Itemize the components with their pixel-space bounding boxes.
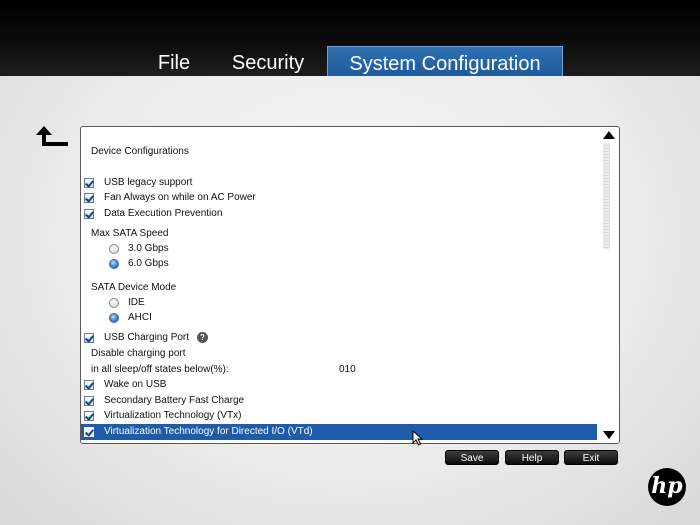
virtualization-vtx-checkbox[interactable] xyxy=(84,411,94,421)
virtualization-vtd-label: Virtualization Technology for Directed I… xyxy=(104,426,313,437)
data-execution-prevention-row[interactable]: Data Execution Prevention xyxy=(81,206,597,222)
disable-charging-label-line2: in all sleep/off states below(%): xyxy=(91,364,229,375)
sata-speed-option-3gbps[interactable]: 3.0 Gbps xyxy=(81,241,597,257)
tab-system-configuration[interactable]: System Configuration xyxy=(327,46,563,76)
mouse-cursor-icon xyxy=(412,430,424,446)
secondary-battery-fast-charge-row[interactable]: Secondary Battery Fast Charge xyxy=(81,393,597,409)
usb-legacy-support-label: USB legacy support xyxy=(104,177,193,188)
tab-security[interactable]: Security xyxy=(218,46,318,76)
max-sata-speed-label: Max SATA Speed xyxy=(91,228,169,239)
virtualization-vtd-checkbox[interactable] xyxy=(84,427,94,437)
tab-file[interactable]: File xyxy=(140,46,208,76)
section-title: Device Configurations xyxy=(91,146,189,157)
virtualization-vtd-row[interactable]: Virtualization Technology for Directed I… xyxy=(81,424,597,440)
wake-on-usb-row[interactable]: Wake on USB xyxy=(81,377,597,393)
device-configurations-panel: Device Configurations USB legacy support… xyxy=(80,126,620,444)
secondary-battery-fast-charge-checkbox[interactable] xyxy=(84,396,94,406)
section-title-row: Device Configurations xyxy=(81,144,597,160)
sata-speed-3gbps-radio[interactable] xyxy=(109,244,119,254)
sata-speed-6gbps-radio[interactable] xyxy=(109,259,119,269)
data-execution-prevention-checkbox[interactable] xyxy=(84,209,94,219)
virtualization-vtx-label: Virtualization Technology (VTx) xyxy=(104,410,242,421)
top-menu-bar: File Security System Configuration xyxy=(0,0,700,76)
fan-always-on-row[interactable]: Fan Always on while on AC Power xyxy=(81,190,597,206)
scroll-thumb[interactable] xyxy=(603,143,610,249)
scroll-up-arrow-icon[interactable] xyxy=(603,131,615,139)
sata-speed-3gbps-label: 3.0 Gbps xyxy=(128,243,169,254)
sata-mode-ahci-radio[interactable] xyxy=(109,313,119,323)
settings-list: Device Configurations USB legacy support… xyxy=(81,127,597,443)
usb-legacy-support-row[interactable]: USB legacy support xyxy=(81,175,597,191)
wake-on-usb-checkbox[interactable] xyxy=(84,380,94,390)
help-button[interactable]: Help xyxy=(505,450,559,465)
disable-charging-line2-row[interactable]: in all sleep/off states below(%): 010 xyxy=(81,362,597,378)
disable-charging-value[interactable]: 010 xyxy=(339,362,356,378)
hp-logo: hp xyxy=(648,468,686,506)
sata-mode-option-ahci[interactable]: AHCI xyxy=(81,310,597,326)
sata-mode-ide-radio[interactable] xyxy=(109,298,119,308)
save-button[interactable]: Save xyxy=(445,450,499,465)
wake-on-usb-label: Wake on USB xyxy=(104,379,167,390)
sata-mode-ahci-label: AHCI xyxy=(128,312,152,323)
max-sata-speed-heading-row: Max SATA Speed xyxy=(81,226,597,242)
help-icon[interactable]: ? xyxy=(197,332,208,343)
usb-charging-port-row[interactable]: USB Charging Port ? xyxy=(81,330,597,346)
secondary-battery-fast-charge-label: Secondary Battery Fast Charge xyxy=(104,395,245,406)
fan-always-on-label: Fan Always on while on AC Power xyxy=(104,192,256,203)
usb-charging-port-label: USB Charging Port xyxy=(104,332,190,343)
tab-strip: File Security System Configuration xyxy=(0,46,700,76)
back-arrow-icon[interactable] xyxy=(34,124,74,152)
usb-charging-port-checkbox[interactable] xyxy=(84,333,94,343)
usb-legacy-support-checkbox[interactable] xyxy=(84,178,94,188)
disable-charging-label-line1: Disable charging port xyxy=(91,348,186,359)
vertical-scrollbar[interactable] xyxy=(598,127,619,443)
disable-charging-line1-row: Disable charging port xyxy=(81,346,597,362)
sata-device-mode-label: SATA Device Mode xyxy=(91,282,177,293)
sata-mode-ide-label: IDE xyxy=(128,297,145,308)
fan-always-on-checkbox[interactable] xyxy=(84,193,94,203)
sata-speed-6gbps-label: 6.0 Gbps xyxy=(128,258,169,269)
sata-mode-option-ide[interactable]: IDE xyxy=(81,295,597,311)
sata-device-mode-heading-row: SATA Device Mode xyxy=(81,280,597,296)
data-execution-prevention-label: Data Execution Prevention xyxy=(104,208,223,219)
exit-button[interactable]: Exit xyxy=(564,450,618,465)
virtualization-vtx-row[interactable]: Virtualization Technology (VTx) xyxy=(81,408,597,424)
scroll-down-arrow-icon[interactable] xyxy=(603,431,615,439)
sata-speed-option-6gbps[interactable]: 6.0 Gbps xyxy=(81,256,597,272)
